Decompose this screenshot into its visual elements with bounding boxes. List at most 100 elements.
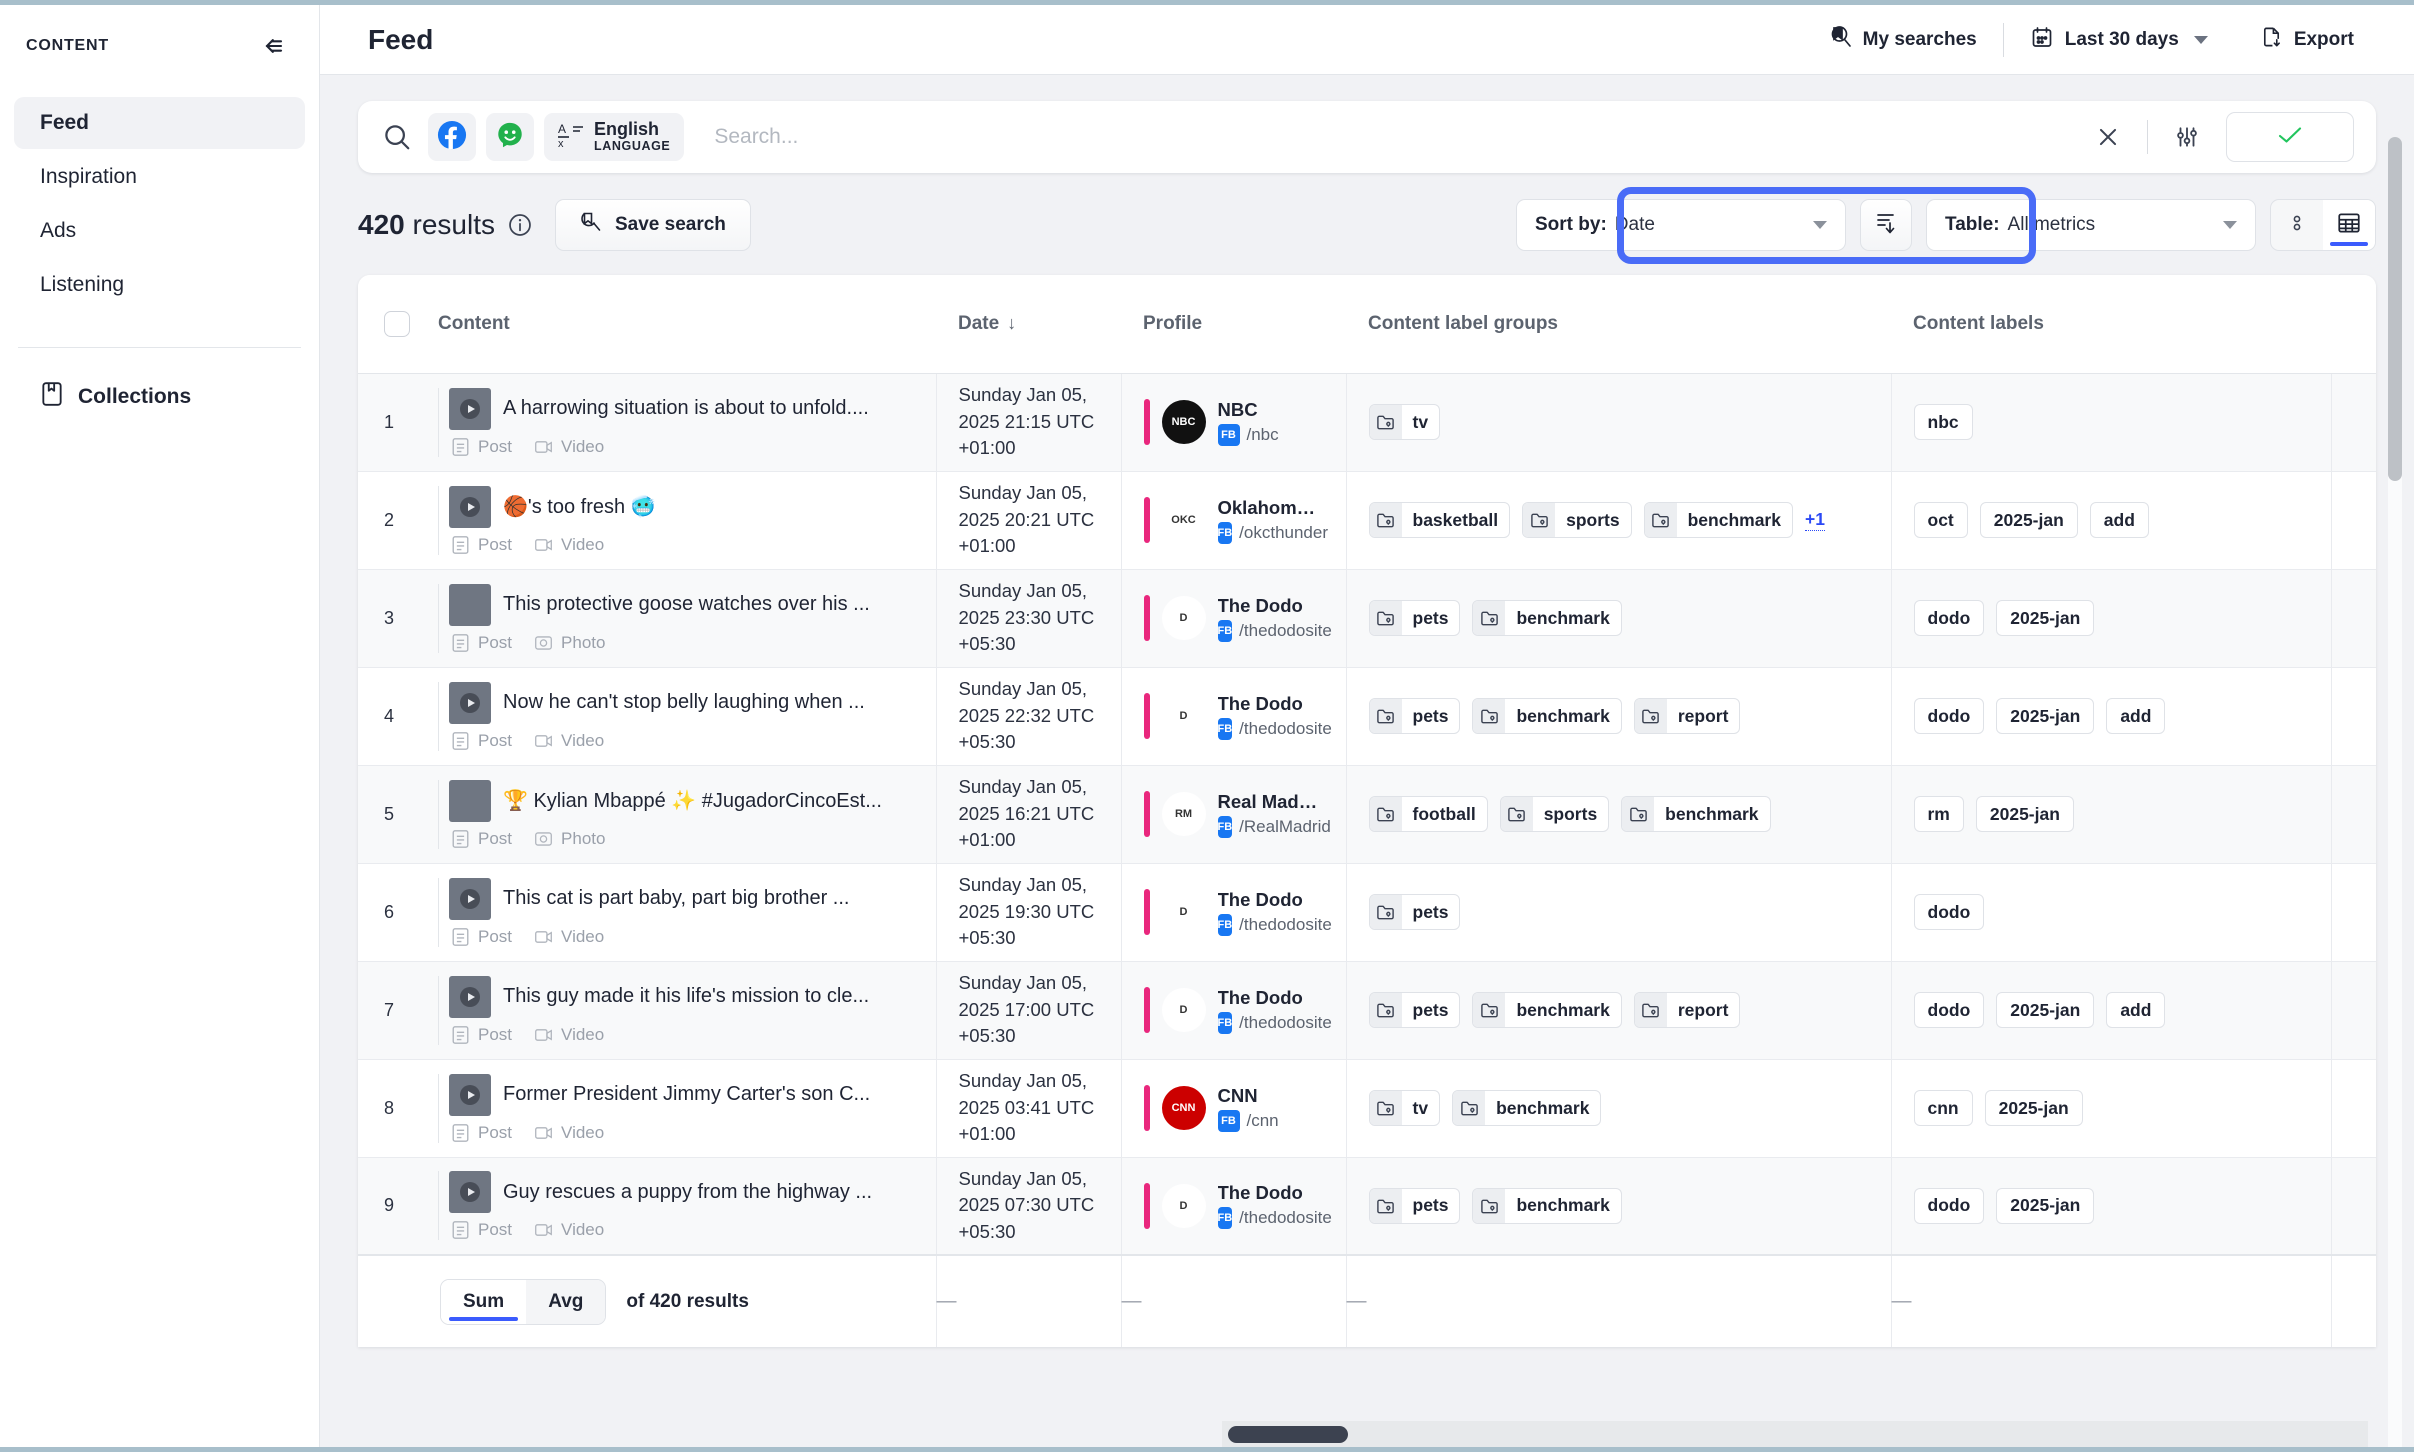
row-label-groups-cell[interactable]: tv (1345, 373, 1891, 472)
sidebar-item-collections[interactable]: Collections (14, 370, 305, 424)
label-chip[interactable]: 2025-jan (1984, 1090, 2083, 1126)
label-group-chip[interactable]: report (1633, 698, 1741, 734)
label-chip[interactable]: 2025-jan (1975, 796, 2074, 832)
content-thumbnail[interactable] (449, 877, 491, 920)
label-chip[interactable]: dodo (1913, 894, 1985, 930)
row-content-cell[interactable]: 🏀's too fresh 🥶 Post Video (416, 471, 936, 570)
column-header-date[interactable]: Date ↓ (936, 275, 1121, 374)
clear-search-icon[interactable] (2091, 120, 2125, 154)
row-labels-cell[interactable]: oct 2025-jan add (1890, 471, 2331, 570)
label-chip[interactable]: dodo (1913, 698, 1985, 734)
label-group-chip[interactable]: pets (1368, 600, 1461, 636)
table-view-button[interactable] (2323, 200, 2375, 250)
sort-direction-button[interactable] (1860, 199, 1912, 251)
content-thumbnail[interactable] (449, 485, 491, 528)
row-label-groups-cell[interactable]: pets (1345, 863, 1891, 962)
row-label-groups-cell[interactable]: pets benchmark (1345, 1157, 1891, 1256)
row-label-groups-cell[interactable]: pets benchmark (1345, 569, 1891, 668)
column-header-profile[interactable]: Profile (1121, 275, 1346, 374)
label-chip[interactable]: add (2106, 992, 2166, 1028)
vertical-scrollbar[interactable] (2388, 137, 2402, 1447)
table-row[interactable]: 5 🏆 Kylian Mbappé ✨ #JugadorCincoEst... Po… (358, 765, 2376, 864)
table-row[interactable]: 4 Now he can't stop belly laughing when .… (358, 667, 2376, 766)
label-group-chip[interactable]: benchmark (1643, 502, 1793, 538)
sidebar-item-feed[interactable]: Feed (14, 97, 305, 149)
vertical-scrollbar-thumb[interactable] (2388, 137, 2402, 481)
row-content-cell[interactable]: Former President Jimmy Carter's son C...… (416, 1059, 936, 1158)
row-content-cell[interactable]: Now he can't stop belly laughing when ..… (416, 667, 936, 766)
row-content-cell[interactable]: This protective goose watches over his .… (416, 569, 936, 668)
label-group-chip[interactable]: benchmark (1452, 1090, 1602, 1126)
row-label-groups-cell[interactable]: pets benchmark report (1345, 667, 1891, 766)
summary-sum-button[interactable]: Sum (441, 1279, 527, 1324)
content-thumbnail[interactable] (449, 975, 491, 1018)
info-icon[interactable] (507, 212, 533, 238)
column-header-content-label-groups[interactable]: Content label groups (1346, 275, 1891, 374)
label-group-chip[interactable]: sports (1499, 796, 1610, 832)
label-group-chip[interactable]: benchmark (1472, 698, 1622, 734)
table-row[interactable]: 8 Former President Jimmy Carter's son C..… (358, 1059, 2376, 1158)
avatar[interactable]: D (1161, 988, 1206, 1032)
row-content-cell[interactable]: Guy rescues a puppy from the highway ...… (416, 1157, 936, 1256)
label-chip[interactable]: 2025-jan (1979, 502, 2078, 538)
avatar[interactable]: CNN (1161, 1086, 1206, 1130)
label-group-chip[interactable]: benchmark (1621, 796, 1771, 832)
label-group-chip[interactable]: pets (1368, 1187, 1461, 1224)
sidebar-item-ads[interactable]: Ads (14, 205, 305, 257)
content-thumbnail[interactable] (449, 583, 491, 626)
row-labels-cell[interactable]: rm 2025-jan (1890, 765, 2331, 864)
my-searches-button[interactable]: My searches (1804, 17, 2003, 63)
select-all-checkbox[interactable] (384, 310, 410, 337)
label-chip[interactable]: dodo (1913, 600, 1985, 636)
save-search-button[interactable]: Save search (554, 199, 751, 251)
label-group-chip[interactable]: basketball (1368, 502, 1511, 538)
label-group-chip[interactable]: benchmark (1472, 992, 1622, 1028)
export-button[interactable]: Export (2234, 17, 2380, 63)
label-chip[interactable]: 2025-jan (1996, 698, 2095, 734)
horizontal-scrollbar-thumb[interactable] (1228, 1426, 1348, 1443)
more-label-groups[interactable]: +1 (1804, 509, 1825, 531)
label-group-chip[interactable]: tv (1368, 1090, 1441, 1126)
label-chip[interactable]: add (2106, 698, 2166, 734)
label-chip[interactable]: add (2089, 502, 2149, 538)
avatar[interactable]: D (1161, 694, 1206, 738)
row-profile-cell[interactable]: D The Dodo FB/thedodosite (1120, 961, 1346, 1060)
horizontal-scrollbar[interactable] (1222, 1421, 2368, 1447)
content-thumbnail[interactable] (449, 387, 491, 430)
avatar[interactable]: D (1161, 1183, 1206, 1228)
row-profile-cell[interactable]: D The Dodo FB/thedodosite (1120, 1157, 1346, 1256)
row-profile-cell[interactable]: CNN CNN FB/cnn (1120, 1059, 1346, 1158)
row-profile-cell[interactable]: D The Dodo FB/thedodosite (1120, 667, 1346, 766)
row-profile-cell[interactable]: NBC NBC FB/nbc (1120, 373, 1346, 472)
label-chip[interactable]: 2025-jan (1996, 1187, 2095, 1224)
sort-by-select[interactable]: Sort by: Date (1516, 199, 1846, 251)
content-thumbnail[interactable] (449, 779, 491, 822)
row-label-groups-cell[interactable]: basketball sports benchmark +1 (1345, 471, 1891, 570)
label-group-chip[interactable]: benchmark (1472, 1187, 1622, 1224)
row-label-groups-cell[interactable]: pets benchmark report (1345, 961, 1891, 1060)
facebook-filter-chip[interactable] (428, 113, 476, 161)
row-labels-cell[interactable]: dodo 2025-jan add (1890, 961, 2331, 1060)
label-chip[interactable]: cnn (1913, 1090, 1973, 1126)
label-chip[interactable]: nbc (1913, 404, 1973, 440)
label-group-chip[interactable]: sports (1522, 502, 1632, 538)
search-input[interactable] (698, 125, 2091, 149)
label-group-chip[interactable]: pets (1368, 992, 1461, 1028)
column-header-content[interactable]: Content (416, 275, 936, 374)
avatar[interactable]: D (1161, 596, 1206, 640)
content-thumbnail[interactable] (449, 681, 491, 724)
row-labels-cell[interactable]: dodo 2025-jan (1890, 1157, 2331, 1256)
avatar[interactable]: RM (1161, 792, 1206, 836)
row-content-cell[interactable]: A harrowing situation is about to unfold… (416, 373, 936, 472)
sidebar-item-inspiration[interactable]: Inspiration (14, 151, 305, 203)
content-thumbnail[interactable] (449, 1171, 491, 1214)
row-profile-cell[interactable]: D The Dodo FB/thedodosite (1120, 569, 1346, 668)
advanced-filters-icon[interactable] (2170, 120, 2204, 154)
label-group-chip[interactable]: football (1368, 796, 1488, 832)
row-label-groups-cell[interactable]: tv benchmark (1345, 1059, 1891, 1158)
label-group-chip[interactable]: benchmark (1472, 600, 1622, 636)
table-row[interactable]: 1 A harrowing situation is about to unfol… (358, 373, 2376, 472)
table-metrics-select[interactable]: Table: All metrics (1926, 199, 2256, 251)
table-row[interactable]: 6 This cat is part baby, part big brother… (358, 863, 2376, 962)
row-content-cell[interactable]: This cat is part baby, part big brother … (416, 863, 936, 962)
